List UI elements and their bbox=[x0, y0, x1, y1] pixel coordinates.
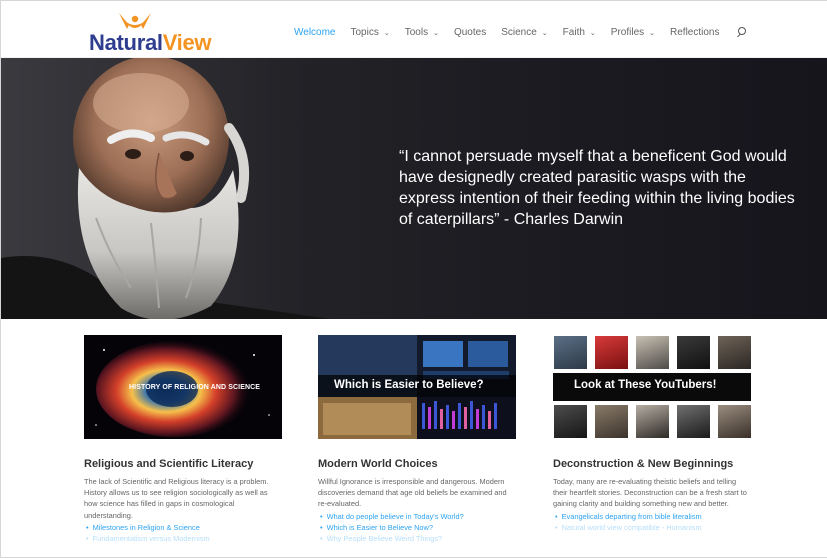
card-link[interactable]: Natural world view compatible - Humanism bbox=[553, 522, 751, 533]
card-text: Today, many are re-evaluating theistic b… bbox=[553, 477, 747, 509]
nav-label: Quotes bbox=[453, 26, 487, 38]
card-title: Modern World Choices bbox=[318, 458, 438, 470]
youtuber-photo bbox=[718, 405, 751, 438]
chevron-down-icon: ⌄ bbox=[433, 30, 439, 37]
card-image-believe[interactable]: Which is Easier to Believe? bbox=[318, 335, 516, 439]
card-image-youtubers[interactable]: Look at These YouTubers! bbox=[553, 335, 751, 439]
nav-item-faith[interactable]: Faith ⌄ bbox=[563, 27, 596, 38]
card-deconstruction: Look at These YouTubers! Deconstruction … bbox=[553, 335, 751, 533]
logo-text-view: View bbox=[162, 30, 212, 55]
card-literacy: HISTORY OF RELIGION AND SCIENCE Religiou… bbox=[84, 335, 282, 544]
nav-item-tools[interactable]: Tools ⌄ bbox=[405, 27, 439, 38]
search-icon[interactable] bbox=[737, 26, 749, 38]
main-nav: Welcome Topics ⌄ Tools ⌄ Quotes Science … bbox=[294, 25, 749, 39]
logo-text-natural: Natural bbox=[89, 30, 163, 55]
chevron-down-icon: ⌄ bbox=[383, 30, 390, 37]
nav-label: Science bbox=[501, 26, 537, 38]
nav-item-profiles[interactable]: Profiles ⌄ bbox=[611, 27, 655, 38]
card-image-label: Which is Easier to Believe? bbox=[334, 379, 484, 391]
youtuber-photo bbox=[554, 405, 587, 438]
hero-quote: “I cannot persuade myself that a benefic… bbox=[399, 148, 795, 228]
hero-banner: “I cannot persuade myself that a benefic… bbox=[1, 58, 827, 319]
youtuber-photo bbox=[595, 336, 628, 369]
card-choices: Which is Easier to Believe? Modern World… bbox=[318, 335, 516, 544]
card-links: What do people believe in Today's World?… bbox=[318, 511, 516, 544]
card-text: The lack of Scientific and Religious lit… bbox=[84, 477, 269, 520]
youtuber-photo bbox=[677, 336, 710, 369]
nav-item-welcome[interactable]: Welcome bbox=[294, 27, 336, 38]
card-link[interactable]: Milestones in Religion & Science bbox=[84, 522, 282, 533]
nav-item-reflections[interactable]: Reflections bbox=[670, 27, 719, 38]
youtuber-photo bbox=[636, 336, 669, 369]
youtuber-photo bbox=[718, 336, 751, 369]
card-title: Religious and Scientific Literacy bbox=[84, 458, 254, 470]
nav-item-topics[interactable]: Topics ⌄ bbox=[351, 27, 390, 38]
card-image-label: Look at These YouTubers! bbox=[574, 379, 717, 391]
site-logo[interactable]: NaturalView bbox=[89, 11, 212, 56]
nav-label: Faith bbox=[562, 26, 585, 38]
nav-label: Reflections bbox=[670, 26, 720, 38]
card-image-label: HISTORY OF RELIGION AND SCIENCE bbox=[129, 384, 261, 391]
nav-label: Topics bbox=[350, 26, 379, 38]
nav-item-science[interactable]: Science ⌄ bbox=[501, 27, 547, 38]
card-links: Evangelicals departing from bible litera… bbox=[553, 511, 751, 533]
chevron-down-icon: ⌄ bbox=[541, 30, 548, 37]
card-image-nebula[interactable]: HISTORY OF RELIGION AND SCIENCE bbox=[84, 335, 282, 439]
card-link[interactable]: Which is Easier to Believe Now? bbox=[318, 522, 516, 533]
nav-label: Profiles bbox=[610, 26, 645, 38]
nav-label: Tools bbox=[404, 26, 429, 38]
card-text: Willful Ignorance is irresponsible and d… bbox=[318, 477, 507, 509]
youtuber-photo bbox=[636, 405, 669, 438]
darwin-portrait-image bbox=[1, 58, 361, 319]
youtuber-photo bbox=[677, 405, 710, 438]
card-links: Milestones in Religion & Science Fundame… bbox=[84, 522, 282, 544]
feature-cards: HISTORY OF RELIGION AND SCIENCE Religiou… bbox=[1, 319, 827, 557]
card-link[interactable]: What do people believe in Today's World? bbox=[318, 511, 516, 522]
card-link[interactable]: Evangelicals departing from bible litera… bbox=[553, 511, 751, 522]
logo-text: NaturalView bbox=[89, 30, 212, 56]
card-title: Deconstruction & New Beginnings bbox=[553, 458, 734, 470]
card-link[interactable]: Why People Believe Weird Things? bbox=[318, 533, 516, 544]
chevron-down-icon: ⌄ bbox=[649, 30, 656, 37]
youtuber-photo bbox=[554, 336, 587, 369]
card-link[interactable]: Fundamentalism versus Modernism bbox=[84, 533, 282, 544]
site-header: NaturalView Welcome Topics ⌄ Tools ⌄ Quo… bbox=[1, 1, 827, 57]
nav-item-quotes[interactable]: Quotes bbox=[454, 27, 486, 38]
chevron-down-icon: ⌄ bbox=[589, 30, 596, 37]
page-frame: NaturalView Welcome Topics ⌄ Tools ⌄ Quo… bbox=[0, 0, 827, 558]
youtuber-photo bbox=[595, 405, 628, 438]
nav-label: Welcome bbox=[294, 26, 336, 38]
